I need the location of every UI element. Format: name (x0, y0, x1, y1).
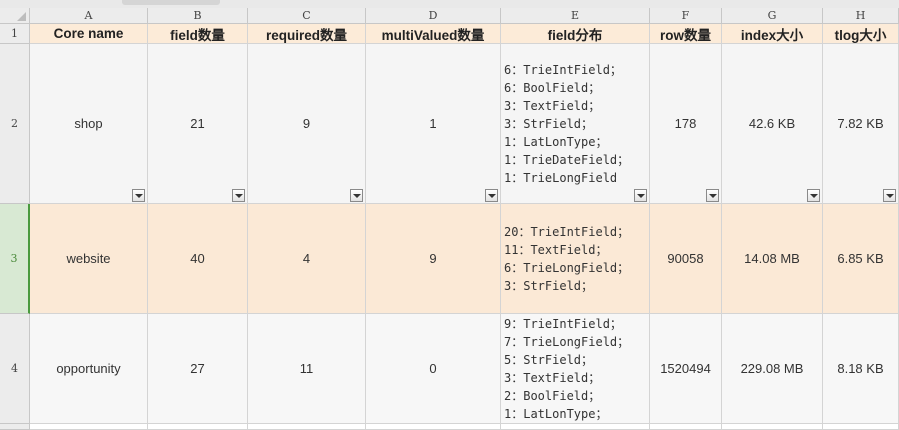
cell-required-count[interactable]: 11 (248, 314, 366, 424)
row-header-4[interactable]: 4 (0, 314, 30, 424)
header-multivalued-count[interactable]: multiValued数量 (366, 24, 501, 44)
column-header-f[interactable]: F (650, 8, 722, 24)
header-required-count[interactable]: required数量 (248, 24, 366, 44)
column-header-e[interactable]: E (501, 8, 650, 24)
select-all-corner[interactable] (0, 8, 30, 24)
empty-cell[interactable] (366, 424, 501, 430)
column-header-g[interactable]: G (722, 8, 823, 24)
cell-text: 7.82 KB (837, 116, 884, 131)
header-row-count[interactable]: row数量 (650, 24, 722, 44)
field-type-line: 2：BoolField； (504, 389, 601, 403)
cell-tlog-size[interactable]: 8.18 KB (823, 314, 899, 424)
row-header-5[interactable] (0, 424, 30, 430)
header-index-size[interactable]: index大小 (722, 24, 823, 44)
field-type-line: 3：StrField； (504, 117, 594, 131)
cell-multivalued-count[interactable]: 1 (366, 44, 501, 204)
cell-text: 1 (429, 116, 437, 131)
cell-field-count[interactable]: 27 (148, 314, 248, 424)
empty-cell[interactable] (823, 424, 899, 430)
sheet-tab[interactable] (122, 0, 220, 5)
empty-cell[interactable] (148, 424, 248, 430)
header-field-distribution[interactable]: field分布 (501, 24, 650, 44)
cell-text: 9 (302, 116, 311, 131)
empty-cell[interactable] (722, 424, 823, 430)
cell-index-size[interactable]: 42.6 KB (722, 44, 823, 204)
cell-core-name[interactable]: shop (30, 44, 148, 204)
cell-field-count[interactable]: 21 (148, 44, 248, 204)
field-type-line: 20：TrieIntField； (504, 224, 630, 239)
cell-required-count[interactable]: 4 (248, 204, 366, 314)
cell-multivalued-count[interactable]: 9 (366, 204, 501, 314)
field-type-line: 3：TextField； (504, 99, 601, 113)
cell-text: 178 (674, 116, 697, 131)
filter-dropdown-icon[interactable] (634, 189, 647, 202)
field-type-line: 1：TrieLongField (504, 171, 618, 185)
cell-tlog-size[interactable]: 7.82 KB (823, 44, 899, 204)
empty-cell[interactable] (501, 424, 650, 430)
select-all-icon (17, 12, 26, 21)
header-field-count[interactable]: field数量 (148, 24, 248, 44)
row-header-1[interactable]: 1 (0, 24, 30, 44)
cell-row-count[interactable]: 90058 (650, 204, 722, 314)
cell-field-count[interactable]: 40 (148, 204, 248, 314)
filter-dropdown-icon[interactable] (350, 189, 363, 202)
field-type-line: 9：TrieIntField； (504, 317, 622, 331)
cell-core-name[interactable]: opportunity (30, 314, 148, 424)
filter-dropdown-icon[interactable] (706, 189, 719, 202)
cell-text: shop (74, 116, 103, 131)
filter-dropdown-icon[interactable] (232, 189, 245, 202)
column-header-d[interactable]: D (366, 8, 501, 24)
cell-index-size[interactable]: 229.08 MB (722, 314, 823, 424)
field-type-line: 5：StrField； (504, 353, 594, 367)
cell-text: 42.6 KB (748, 116, 796, 131)
field-type-line: 1：LatLonType； (504, 135, 608, 149)
cell-tlog-size[interactable]: 6.85 KB (823, 204, 899, 314)
field-type-line: 3：TextField； (504, 371, 601, 385)
field-type-line: 6：BoolField； (504, 81, 601, 95)
empty-cell[interactable] (650, 424, 722, 430)
field-type-line: 1：LatLonType； (504, 407, 608, 421)
field-type-line: 7：TrieLongField； (504, 335, 630, 349)
column-header-b[interactable]: B (148, 8, 248, 24)
empty-cell[interactable] (30, 424, 148, 430)
cell-required-count[interactable]: 9 (248, 44, 366, 204)
filter-dropdown-icon[interactable] (807, 189, 820, 202)
header-tlog-size[interactable]: tlog大小 (823, 24, 899, 44)
filter-dropdown-icon[interactable] (883, 189, 896, 202)
row-header-2[interactable]: 2 (0, 44, 30, 204)
field-type-line: 3：StrField； (504, 278, 594, 293)
column-header-a[interactable]: A (30, 8, 148, 24)
cell-field-distribution[interactable]: 9：TrieIntField； 7：TrieLongField； 5：StrFi… (501, 314, 650, 424)
filter-dropdown-icon[interactable] (485, 189, 498, 202)
filter-dropdown-icon[interactable] (132, 189, 145, 202)
cell-text: 21 (190, 116, 205, 131)
field-type-line: 1：TrieDateField； (504, 153, 630, 167)
row-header-3[interactable]: 3 (0, 204, 30, 314)
cell-index-size[interactable]: 14.08 MB (722, 204, 823, 314)
field-type-line: 6：TrieIntField； (504, 63, 622, 77)
field-type-line: 11：TextField； (504, 242, 608, 257)
header-core-name[interactable]: Core name (30, 24, 148, 44)
cell-multivalued-count[interactable]: 0 (366, 314, 501, 424)
cell-core-name[interactable]: website (30, 204, 148, 314)
cell-field-distribution[interactable]: 6：TrieIntField； 6：BoolField； 3：TextField… (501, 44, 650, 204)
field-type-line: 6：TrieLongField； (504, 260, 630, 275)
cell-row-count[interactable]: 178 (650, 44, 722, 204)
column-header-c[interactable]: C (248, 8, 366, 24)
cell-field-distribution[interactable]: 20：TrieIntField； 11：TextField； 6：TrieLon… (501, 204, 650, 314)
column-header-h[interactable]: H (823, 8, 899, 24)
cell-row-count[interactable]: 1520494 (650, 314, 722, 424)
empty-cell[interactable] (248, 424, 366, 430)
